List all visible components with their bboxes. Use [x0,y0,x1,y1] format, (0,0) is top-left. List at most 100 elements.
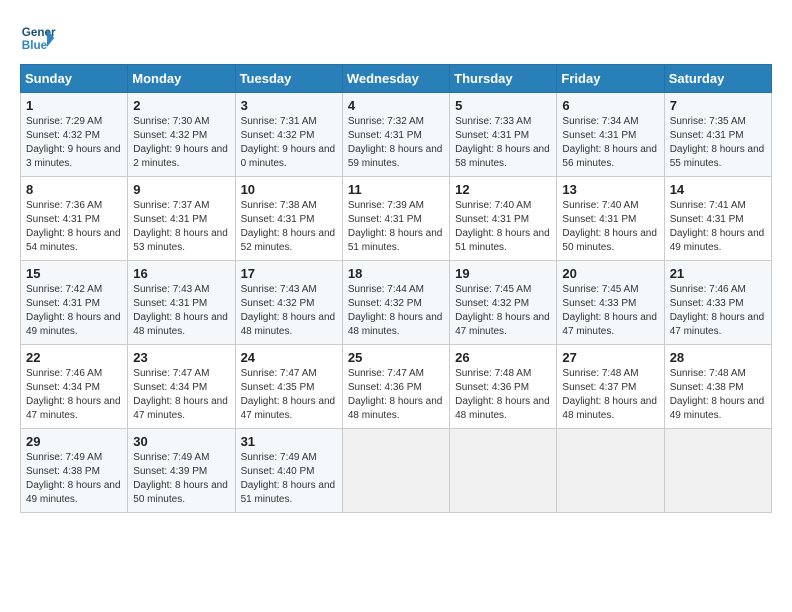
day-info: Sunrise: 7:44 AMSunset: 4:32 PMDaylight:… [348,284,443,337]
calendar-day: 17 Sunrise: 7:43 AMSunset: 4:32 PMDaylig… [235,261,342,345]
day-number: 4 [348,98,444,113]
day-info: Sunrise: 7:38 AMSunset: 4:31 PMDaylight:… [241,200,336,253]
calendar-day: 14 Sunrise: 7:41 AMSunset: 4:31 PMDaylig… [664,177,771,261]
day-number: 13 [562,182,658,197]
day-number: 11 [348,182,444,197]
day-info: Sunrise: 7:34 AMSunset: 4:31 PMDaylight:… [562,116,657,169]
day-number: 16 [133,266,229,281]
calendar-day: 6 Sunrise: 7:34 AMSunset: 4:31 PMDayligh… [557,93,664,177]
empty-day [664,429,771,513]
day-number: 25 [348,350,444,365]
day-number: 3 [241,98,337,113]
weekday-header: Wednesday [342,65,449,93]
day-number: 12 [455,182,551,197]
day-number: 14 [670,182,766,197]
day-info: Sunrise: 7:32 AMSunset: 4:31 PMDaylight:… [348,116,443,169]
calendar-day: 3 Sunrise: 7:31 AMSunset: 4:32 PMDayligh… [235,93,342,177]
day-number: 9 [133,182,229,197]
calendar-week-row: 1 Sunrise: 7:29 AMSunset: 4:32 PMDayligh… [21,93,772,177]
day-info: Sunrise: 7:48 AMSunset: 4:36 PMDaylight:… [455,368,550,421]
logo: General Blue [20,20,60,56]
day-number: 5 [455,98,551,113]
day-info: Sunrise: 7:49 AMSunset: 4:40 PMDaylight:… [241,452,336,505]
calendar-day: 15 Sunrise: 7:42 AMSunset: 4:31 PMDaylig… [21,261,128,345]
page-header: General Blue [20,20,772,56]
day-info: Sunrise: 7:31 AMSunset: 4:32 PMDaylight:… [241,116,336,169]
calendar-day: 4 Sunrise: 7:32 AMSunset: 4:31 PMDayligh… [342,93,449,177]
calendar-day: 21 Sunrise: 7:46 AMSunset: 4:33 PMDaylig… [664,261,771,345]
calendar-day: 28 Sunrise: 7:48 AMSunset: 4:38 PMDaylig… [664,345,771,429]
calendar-day: 13 Sunrise: 7:40 AMSunset: 4:31 PMDaylig… [557,177,664,261]
day-number: 26 [455,350,551,365]
calendar-day: 18 Sunrise: 7:44 AMSunset: 4:32 PMDaylig… [342,261,449,345]
calendar-day: 19 Sunrise: 7:45 AMSunset: 4:32 PMDaylig… [450,261,557,345]
day-number: 20 [562,266,658,281]
day-info: Sunrise: 7:33 AMSunset: 4:31 PMDaylight:… [455,116,550,169]
day-info: Sunrise: 7:30 AMSunset: 4:32 PMDaylight:… [133,116,228,169]
calendar-day: 7 Sunrise: 7:35 AMSunset: 4:31 PMDayligh… [664,93,771,177]
day-info: Sunrise: 7:37 AMSunset: 4:31 PMDaylight:… [133,200,228,253]
logo-icon: General Blue [20,20,56,56]
weekday-header: Friday [557,65,664,93]
day-number: 19 [455,266,551,281]
day-info: Sunrise: 7:45 AMSunset: 4:32 PMDaylight:… [455,284,550,337]
weekday-header: Tuesday [235,65,342,93]
calendar-day: 27 Sunrise: 7:48 AMSunset: 4:37 PMDaylig… [557,345,664,429]
calendar-header-row: SundayMondayTuesdayWednesdayThursdayFrid… [21,65,772,93]
day-info: Sunrise: 7:47 AMSunset: 4:36 PMDaylight:… [348,368,443,421]
day-number: 31 [241,434,337,449]
day-info: Sunrise: 7:42 AMSunset: 4:31 PMDaylight:… [26,284,121,337]
day-number: 21 [670,266,766,281]
day-info: Sunrise: 7:48 AMSunset: 4:37 PMDaylight:… [562,368,657,421]
weekday-header: Monday [128,65,235,93]
day-number: 28 [670,350,766,365]
weekday-header: Saturday [664,65,771,93]
day-number: 17 [241,266,337,281]
day-info: Sunrise: 7:39 AMSunset: 4:31 PMDaylight:… [348,200,443,253]
day-number: 27 [562,350,658,365]
calendar-day: 10 Sunrise: 7:38 AMSunset: 4:31 PMDaylig… [235,177,342,261]
calendar-day: 24 Sunrise: 7:47 AMSunset: 4:35 PMDaylig… [235,345,342,429]
empty-day [342,429,449,513]
day-info: Sunrise: 7:36 AMSunset: 4:31 PMDaylight:… [26,200,121,253]
day-info: Sunrise: 7:47 AMSunset: 4:34 PMDaylight:… [133,368,228,421]
day-info: Sunrise: 7:48 AMSunset: 4:38 PMDaylight:… [670,368,765,421]
calendar-table: SundayMondayTuesdayWednesdayThursdayFrid… [20,64,772,513]
day-info: Sunrise: 7:29 AMSunset: 4:32 PMDaylight:… [26,116,121,169]
day-info: Sunrise: 7:47 AMSunset: 4:35 PMDaylight:… [241,368,336,421]
calendar-week-row: 8 Sunrise: 7:36 AMSunset: 4:31 PMDayligh… [21,177,772,261]
empty-day [557,429,664,513]
day-info: Sunrise: 7:35 AMSunset: 4:31 PMDaylight:… [670,116,765,169]
day-number: 23 [133,350,229,365]
calendar-day: 11 Sunrise: 7:39 AMSunset: 4:31 PMDaylig… [342,177,449,261]
day-info: Sunrise: 7:45 AMSunset: 4:33 PMDaylight:… [562,284,657,337]
calendar-day: 25 Sunrise: 7:47 AMSunset: 4:36 PMDaylig… [342,345,449,429]
day-number: 15 [26,266,122,281]
day-info: Sunrise: 7:46 AMSunset: 4:33 PMDaylight:… [670,284,765,337]
calendar-week-row: 22 Sunrise: 7:46 AMSunset: 4:34 PMDaylig… [21,345,772,429]
calendar-day: 12 Sunrise: 7:40 AMSunset: 4:31 PMDaylig… [450,177,557,261]
day-number: 18 [348,266,444,281]
day-info: Sunrise: 7:49 AMSunset: 4:38 PMDaylight:… [26,452,121,505]
calendar-week-row: 29 Sunrise: 7:49 AMSunset: 4:38 PMDaylig… [21,429,772,513]
calendar-day: 1 Sunrise: 7:29 AMSunset: 4:32 PMDayligh… [21,93,128,177]
svg-text:Blue: Blue [22,39,48,52]
calendar-day: 9 Sunrise: 7:37 AMSunset: 4:31 PMDayligh… [128,177,235,261]
day-number: 7 [670,98,766,113]
calendar-day: 2 Sunrise: 7:30 AMSunset: 4:32 PMDayligh… [128,93,235,177]
day-info: Sunrise: 7:40 AMSunset: 4:31 PMDaylight:… [455,200,550,253]
day-info: Sunrise: 7:41 AMSunset: 4:31 PMDaylight:… [670,200,765,253]
day-info: Sunrise: 7:40 AMSunset: 4:31 PMDaylight:… [562,200,657,253]
day-number: 6 [562,98,658,113]
calendar-day: 8 Sunrise: 7:36 AMSunset: 4:31 PMDayligh… [21,177,128,261]
weekday-header: Sunday [21,65,128,93]
day-number: 29 [26,434,122,449]
day-number: 8 [26,182,122,197]
calendar-day: 5 Sunrise: 7:33 AMSunset: 4:31 PMDayligh… [450,93,557,177]
day-info: Sunrise: 7:43 AMSunset: 4:32 PMDaylight:… [241,284,336,337]
day-info: Sunrise: 7:49 AMSunset: 4:39 PMDaylight:… [133,452,228,505]
calendar-day: 30 Sunrise: 7:49 AMSunset: 4:39 PMDaylig… [128,429,235,513]
calendar-day: 22 Sunrise: 7:46 AMSunset: 4:34 PMDaylig… [21,345,128,429]
day-number: 24 [241,350,337,365]
calendar-day: 23 Sunrise: 7:47 AMSunset: 4:34 PMDaylig… [128,345,235,429]
